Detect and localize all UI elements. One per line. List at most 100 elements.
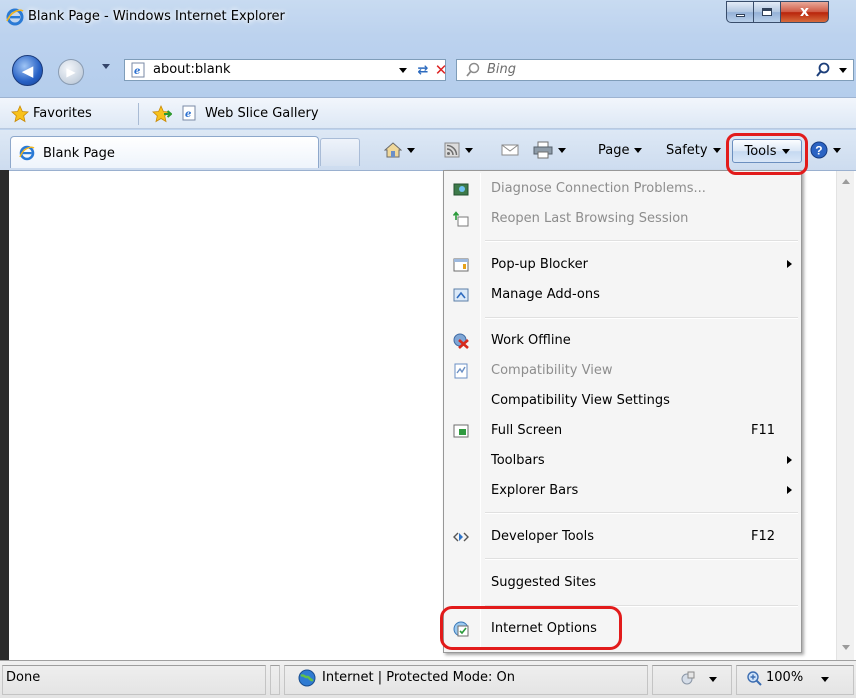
page-menu-label: Page bbox=[598, 142, 630, 158]
internet-options-highlight-ring bbox=[440, 606, 622, 650]
menu-item-manage-add-ons[interactable]: Manage Add-ons bbox=[447, 280, 798, 310]
submenu-arrow-icon bbox=[787, 456, 792, 464]
print-button[interactable] bbox=[533, 138, 566, 162]
stop-icon: ✕ bbox=[434, 61, 448, 79]
scroll-down-arrow-icon[interactable] bbox=[842, 645, 850, 650]
ie-logo-icon bbox=[6, 8, 24, 26]
work-offline-icon bbox=[453, 333, 469, 349]
back-button[interactable]: ◀ bbox=[12, 55, 43, 86]
menu-item-diagnose-connection-problems[interactable]: Diagnose Connection Problems... bbox=[447, 174, 798, 204]
favorites-button[interactable]: Favorites bbox=[33, 106, 92, 121]
close-button[interactable]: x bbox=[781, 1, 829, 23]
page-menu-button[interactable]: Page bbox=[598, 138, 643, 162]
zoom-level: 100% bbox=[766, 670, 804, 685]
home-button[interactable] bbox=[384, 138, 415, 162]
forward-button[interactable]: ▶ bbox=[58, 59, 84, 85]
menu-item-label: Manage Add-ons bbox=[491, 287, 600, 302]
minimize-icon bbox=[735, 13, 745, 17]
menu-item-shortcut: F12 bbox=[751, 529, 776, 544]
caption-buttons: x bbox=[726, 1, 829, 23]
refresh-button[interactable]: ⇄ bbox=[412, 60, 434, 80]
menu-item-suggested-sites[interactable]: Suggested Sites bbox=[447, 568, 798, 598]
menu-item-work-offline[interactable]: Work Offline bbox=[447, 326, 798, 356]
menu-item-full-screen[interactable]: Full Screen F11 bbox=[447, 416, 798, 446]
help-button[interactable]: ? bbox=[810, 138, 841, 162]
favorites-bar: Favorites e Web Slice Gallery bbox=[0, 97, 856, 129]
recent-pages-dropdown[interactable] bbox=[102, 64, 110, 69]
status-options-dropdown-icon[interactable] bbox=[709, 677, 717, 682]
print-icon bbox=[533, 141, 553, 159]
menu-item-label: Compatibility View Settings bbox=[491, 393, 670, 408]
status-panel bbox=[270, 665, 280, 695]
scroll-up-arrow-icon[interactable] bbox=[842, 179, 850, 184]
read-mail-button[interactable] bbox=[501, 138, 519, 162]
read-mail-icon bbox=[501, 144, 519, 156]
menu-item-label: Diagnose Connection Problems... bbox=[491, 181, 706, 196]
tab-label: Blank Page bbox=[43, 146, 115, 161]
safety-menu-button[interactable]: Safety bbox=[666, 138, 721, 162]
maximize-icon bbox=[762, 8, 772, 16]
page-dropdown-icon bbox=[634, 147, 643, 153]
search-box[interactable]: Bing bbox=[456, 59, 854, 81]
zoom-dropdown-icon[interactable] bbox=[821, 677, 829, 682]
page-icon: e bbox=[131, 62, 145, 78]
tab-blank-page[interactable]: Blank Page bbox=[10, 136, 319, 168]
feeds-dropdown-icon[interactable] bbox=[465, 147, 473, 153]
search-input[interactable]: Bing bbox=[487, 62, 516, 77]
search-icon[interactable] bbox=[815, 62, 831, 78]
manage-addons-icon bbox=[453, 288, 469, 302]
search-provider-icon bbox=[466, 62, 480, 77]
reopen-session-icon bbox=[453, 211, 469, 227]
full-screen-icon bbox=[453, 424, 469, 438]
add-to-favorites-bar-icon[interactable] bbox=[152, 105, 172, 123]
internet-zone-globe-icon bbox=[298, 669, 316, 687]
menu-item-label: Explorer Bars bbox=[491, 483, 579, 498]
feeds-icon bbox=[444, 142, 460, 158]
popup-blocker-icon bbox=[453, 258, 469, 272]
favorites-separator bbox=[138, 103, 139, 125]
back-arrow-icon: ◀ bbox=[21, 61, 34, 80]
home-dropdown-icon[interactable] bbox=[407, 147, 415, 153]
address-bar[interactable]: e about:blank ⇄ ✕ bbox=[124, 59, 448, 81]
help-dropdown-icon[interactable] bbox=[833, 147, 841, 153]
menu-item-label: Reopen Last Browsing Session bbox=[491, 211, 689, 226]
desktop-edge bbox=[0, 150, 9, 660]
security-zone-text: Internet | Protected Mode: On bbox=[322, 670, 516, 685]
menu-item-reopen-last-browsing-session[interactable]: Reopen Last Browsing Session bbox=[447, 204, 798, 234]
menu-item-shortcut: F11 bbox=[751, 423, 776, 438]
maximize-button[interactable] bbox=[754, 1, 781, 23]
feeds-button[interactable] bbox=[444, 138, 473, 162]
menu-item-compatibility-view-settings[interactable]: Compatibility View Settings bbox=[447, 386, 798, 416]
menu-item-label: Pop-up Blocker bbox=[491, 257, 588, 272]
web-slice-gallery-icon: e bbox=[182, 105, 196, 121]
vertical-scrollbar[interactable] bbox=[836, 171, 854, 660]
menu-item-explorer-bars[interactable]: Explorer Bars bbox=[447, 476, 798, 506]
forward-arrow-icon: ▶ bbox=[66, 65, 76, 79]
new-tab-button[interactable] bbox=[320, 138, 360, 166]
menu-item-developer-tools[interactable]: Developer Tools F12 bbox=[447, 522, 798, 552]
address-dropdown-arrow-icon[interactable] bbox=[399, 68, 407, 73]
menu-item-compatibility-view[interactable]: Compatibility View bbox=[447, 356, 798, 386]
menu-item-label: Work Offline bbox=[491, 333, 571, 348]
stop-button[interactable]: ✕ bbox=[434, 60, 448, 80]
web-slice-gallery-link[interactable]: Web Slice Gallery bbox=[205, 106, 319, 121]
safety-menu-label: Safety bbox=[666, 142, 708, 158]
menu-separator bbox=[485, 558, 798, 560]
status-text-panel bbox=[2, 665, 266, 695]
help-icon: ? bbox=[810, 141, 828, 159]
menu-item-label: Suggested Sites bbox=[491, 575, 596, 590]
print-dropdown-icon[interactable] bbox=[558, 147, 566, 153]
address-input[interactable]: about:blank bbox=[153, 62, 231, 77]
title-bar[interactable]: Blank Page - Windows Internet Explorer x bbox=[0, 0, 856, 34]
menu-separator bbox=[485, 317, 798, 319]
svg-text:e: e bbox=[185, 109, 191, 120]
search-options-dropdown-icon[interactable] bbox=[839, 68, 847, 73]
status-bar: Done Internet | Protected Mode: On 100% bbox=[0, 660, 856, 698]
menu-item-label: Developer Tools bbox=[491, 529, 595, 544]
menu-item-toolbars[interactable]: Toolbars bbox=[447, 446, 798, 476]
minimize-button[interactable] bbox=[726, 1, 754, 23]
favorites-star-icon[interactable] bbox=[11, 105, 29, 123]
safety-dropdown-icon bbox=[712, 147, 721, 153]
menu-item-popup-blocker[interactable]: Pop-up Blocker bbox=[447, 250, 798, 280]
tools-menu: Diagnose Connection Problems... Reopen L… bbox=[443, 170, 802, 653]
